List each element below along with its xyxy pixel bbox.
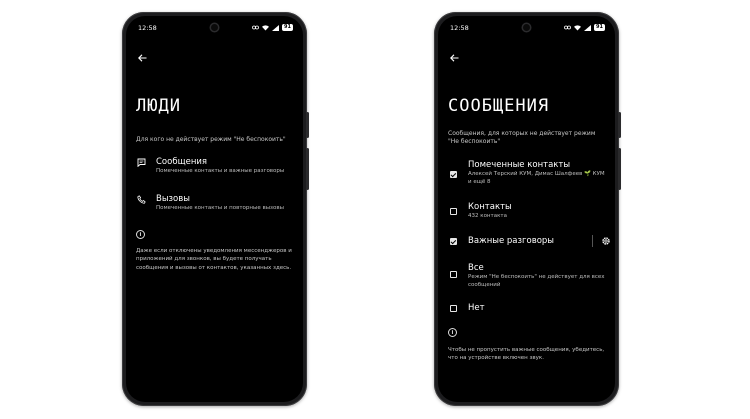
page-subtitle: Для кого не действует режим "Не беспокои… <box>136 136 286 143</box>
option-subtitle: Режим "Не беспокоить" не действует для в… <box>468 274 605 288</box>
screen-messages: 12:58 91 СООБЩЕНИЯ Сообщения, для которы… <box>438 16 615 402</box>
battery-indicator: 91 <box>282 24 293 31</box>
info-icon: i <box>136 230 145 239</box>
divider <box>592 235 593 247</box>
arrow-left-icon <box>137 54 146 62</box>
option-none[interactable]: Нет <box>448 303 609 317</box>
signal-icon <box>584 24 592 31</box>
option-title: Нет <box>468 303 485 313</box>
message-icon <box>137 158 145 167</box>
messages-title: Сообщения <box>156 157 208 167</box>
phone-right: 12:58 91 СООБЩЕНИЯ Сообщения, для которы… <box>434 12 621 406</box>
option-subtitle: Алексей Терский КУМ, Димас Шалфеев 🌱 КУМ… <box>468 171 605 185</box>
checkbox-all[interactable] <box>449 270 457 278</box>
page-subtitle: Сообщения, для которых не действует режи… <box>448 130 596 146</box>
gear-icon[interactable] <box>601 236 611 246</box>
status-bar: 12:58 91 <box>138 24 293 34</box>
checkbox-starred-contacts[interactable] <box>449 170 457 178</box>
wifi-icon <box>574 24 582 30</box>
option-title: Все <box>468 263 484 273</box>
power-button <box>618 148 621 190</box>
checkbox-contacts[interactable] <box>449 207 457 215</box>
messages-subtitle: Помеченные контакты и важные разговоры <box>156 168 285 175</box>
option-title: Контакты <box>468 202 512 212</box>
checkbox-important-conversations[interactable] <box>449 237 457 245</box>
calls-title: Вызовы <box>156 194 190 204</box>
page-title: ЛЮДИ <box>136 96 181 116</box>
status-time: 12:58 <box>450 24 469 32</box>
option-title: Помеченные контакты <box>468 160 571 170</box>
battery-indicator: 91 <box>594 24 605 31</box>
row-messages[interactable]: Сообщения Помеченные контакты и важные р… <box>136 157 297 181</box>
row-calls[interactable]: Вызовы Помеченные контакты и повторные в… <box>136 194 297 218</box>
option-starred-contacts[interactable]: Помеченные контакты Алексей Терский КУМ,… <box>448 160 609 192</box>
link-icon <box>252 25 259 30</box>
status-time: 12:58 <box>138 24 157 32</box>
page-title: СООБЩЕНИЯ <box>448 96 550 116</box>
back-button[interactable] <box>448 52 460 64</box>
option-contacts[interactable]: Контакты 432 контакта <box>448 202 609 226</box>
back-button[interactable] <box>136 52 148 64</box>
power-button <box>306 148 309 190</box>
screen-people: 12:58 91 ЛЮДИ Для кого не действует режи… <box>126 16 303 402</box>
option-subtitle: 432 контакта <box>468 213 507 220</box>
info-note: Чтобы не пропустить важные сообщения, уб… <box>448 347 605 362</box>
volume-button <box>306 112 309 138</box>
checkbox-none[interactable] <box>449 304 457 312</box>
arrow-left-icon <box>449 54 458 62</box>
status-bar: 12:58 91 <box>450 24 605 34</box>
option-title: Важные разговоры <box>468 236 555 246</box>
phone-left: 12:58 91 ЛЮДИ Для кого не действует режи… <box>122 12 309 406</box>
option-important-conversations[interactable]: Важные разговоры <box>448 235 611 252</box>
wifi-icon <box>262 24 270 30</box>
signal-icon <box>272 24 280 31</box>
info-icon: i <box>448 328 457 337</box>
calls-subtitle: Помеченные контакты и повторные вызовы <box>156 205 284 212</box>
link-icon <box>564 25 571 30</box>
option-all[interactable]: Все Режим "Не беспокоить" не действует д… <box>448 263 609 291</box>
volume-button <box>618 112 621 138</box>
phone-icon <box>136 194 146 204</box>
info-note: Даже если отключены уведомления мессендж… <box>136 248 292 271</box>
